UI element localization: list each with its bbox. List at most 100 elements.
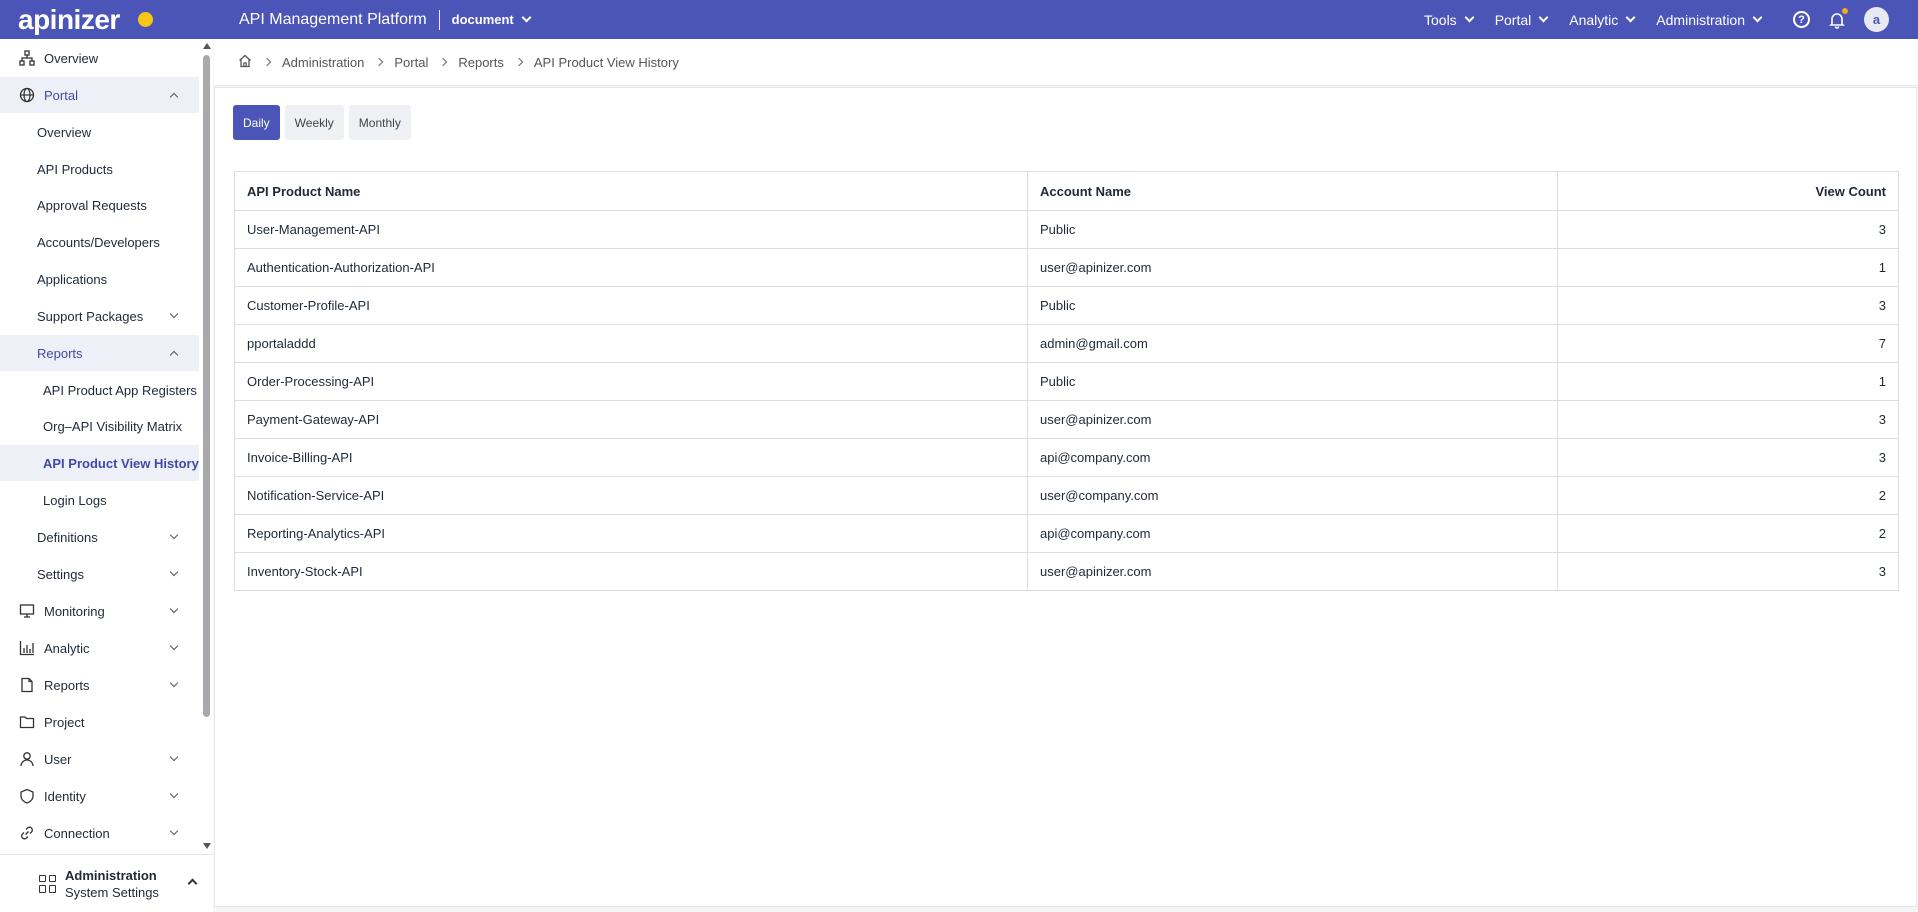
breadcrumb-reports[interactable]: Reports [458, 55, 504, 70]
footer-subtitle: System Settings [65, 884, 159, 900]
chevron-down-icon [169, 530, 179, 540]
sidebar-item-label: API Product App Registers [43, 382, 197, 398]
sidebar-item-approval-requests[interactable]: Approval Requests [0, 187, 199, 223]
sidebar-item-api-product-view-history[interactable]: API Product View History [0, 445, 199, 481]
sidebar-item-support-packages[interactable]: Support Packages [0, 298, 199, 334]
menu-portal[interactable]: Portal [1495, 12, 1549, 28]
cell-api-product-name: Payment-Gateway-API [234, 400, 1028, 439]
sidebar-item-label: Reports [37, 345, 83, 361]
bell-icon[interactable] [1828, 7, 1848, 29]
sidebar-item-label: User [44, 751, 72, 767]
sidebar-item-connection[interactable]: Connection [0, 815, 199, 851]
sidebar-item-org-api-visibility-matrix[interactable]: Org–API Visibility Matrix [0, 408, 199, 444]
sidebar-item-portal[interactable]: Portal [0, 77, 199, 113]
table-row[interactable]: Payment-Gateway-API user@apinizer.com 3 [234, 400, 1899, 439]
header-view-count[interactable]: View Count [1557, 171, 1899, 211]
sidebar-item-reports-portal[interactable]: Reports [0, 335, 199, 371]
sidebar-item-label: Org–API Visibility Matrix [43, 418, 183, 434]
sidebar-item-settings[interactable]: Settings [0, 556, 199, 592]
workspace-label: document [451, 12, 514, 27]
table-row[interactable]: Inventory-Stock-API user@apinizer.com 3 [234, 552, 1899, 591]
table-row[interactable]: Invoice-Billing-API api@company.com 3 [234, 438, 1899, 477]
cell-api-product-name: Customer-Profile-API [234, 286, 1028, 325]
logo-area[interactable]: apinizer [0, 0, 213, 39]
chevron-right-icon [375, 57, 384, 67]
tab-weekly[interactable]: Weekly [284, 105, 344, 140]
tab-monthly[interactable]: Monthly [348, 105, 411, 140]
sidebar-item-portal-overview[interactable]: Overview [0, 114, 199, 150]
chevron-down-icon [521, 12, 532, 23]
scrollbar-thumb[interactable] [203, 55, 210, 717]
apinizer-logo[interactable]: apinizer [18, 4, 120, 36]
cell-account-name: Public [1027, 286, 1558, 325]
sidebar-item-label: API Product View History [43, 455, 199, 471]
home-icon[interactable] [238, 54, 252, 71]
sidebar-item-label: Connection [44, 825, 110, 841]
header-api-product-name[interactable]: API Product Name [234, 171, 1028, 211]
sidebar-item-applications[interactable]: Applications [0, 261, 199, 297]
table-row[interactable]: Reporting-Analytics-API api@company.com 2 [234, 514, 1899, 553]
sidebar-item-label: Login Logs [43, 492, 107, 508]
table-row[interactable]: pportaladdd admin@gmail.com 7 [234, 324, 1899, 363]
breadcrumb: Administration Portal Reports API Produc… [214, 39, 1918, 86]
avatar[interactable]: a [1864, 7, 1889, 32]
cell-api-product-name: Reporting-Analytics-API [234, 514, 1028, 553]
cell-view-count: 7 [1557, 324, 1899, 363]
chevron-up-icon [187, 878, 198, 889]
menu-analytic[interactable]: Analytic [1569, 12, 1636, 28]
breadcrumb-administration[interactable]: Administration [282, 55, 364, 70]
breadcrumb-portal[interactable]: Portal [394, 55, 428, 70]
sidebar-item-accounts-developers[interactable]: Accounts/Developers [0, 224, 199, 260]
workspace-selector[interactable]: document [451, 12, 532, 27]
sidebar-item-identity[interactable]: Identity [0, 778, 199, 814]
help-icon[interactable]: ? [1793, 11, 1810, 28]
sidebar-item-reports[interactable]: Reports [0, 667, 199, 703]
cell-view-count: 1 [1557, 362, 1899, 401]
chevron-down-icon [1752, 12, 1763, 23]
globe-icon [18, 86, 36, 104]
menu-tools[interactable]: Tools [1424, 12, 1475, 28]
sidebar-item-definitions[interactable]: Definitions [0, 519, 199, 555]
table-header-row: API Product Name Account Name View Count [234, 171, 1899, 211]
sidebar-item-analytic[interactable]: Analytic [0, 630, 199, 666]
file-icon [18, 676, 36, 694]
sidebar-item-monitoring[interactable]: Monitoring [0, 593, 199, 629]
chevron-down-icon [1625, 12, 1636, 23]
table-row[interactable]: Customer-Profile-API Public 3 [234, 286, 1899, 325]
sidebar-item-label: Support Packages [37, 308, 144, 324]
scroll-up-icon[interactable] [203, 43, 211, 49]
sidebar-item-overview[interactable]: Overview [0, 40, 199, 76]
menu-administration-label: Administration [1656, 11, 1745, 28]
cell-view-count: 2 [1557, 476, 1899, 515]
scroll-down-icon[interactable] [203, 843, 211, 849]
footer-title: Administration [65, 867, 157, 883]
cell-account-name: Public [1027, 210, 1558, 249]
table-row[interactable]: Order-Processing-API Public 1 [234, 362, 1899, 401]
sidebar-item-api-products[interactable]: API Products [0, 151, 199, 187]
notification-badge [1842, 7, 1848, 14]
status-dot [137, 12, 153, 27]
sidebar-item-label: Definitions [37, 529, 98, 545]
sidebar-item-api-product-app-registers[interactable]: API Product App Registers [0, 372, 199, 408]
sidebar-scrollbar[interactable] [200, 39, 213, 853]
chevron-down-icon [169, 678, 179, 688]
sidebar-item-login-logs[interactable]: Login Logs [0, 482, 199, 518]
menu-administration[interactable]: Administration [1656, 11, 1763, 28]
sidebar-item-project[interactable]: Project [0, 704, 199, 740]
platform-title: API Management Platform [239, 10, 427, 28]
chevron-up-icon [169, 350, 179, 360]
bar-chart-icon [18, 639, 36, 657]
cell-view-count: 2 [1557, 514, 1899, 553]
link-icon [18, 824, 36, 842]
sidebar-item-user[interactable]: User [0, 741, 199, 777]
cell-account-name: user@apinizer.com [1027, 552, 1558, 591]
table-row[interactable]: Notification-Service-API user@company.com… [234, 476, 1899, 515]
sitemap-icon [18, 49, 36, 67]
system-settings-footer[interactable]: Administration System Settings [0, 854, 213, 912]
table-row[interactable]: Authentication-Authorization-API user@api… [234, 248, 1899, 287]
view-history-table: API Product Name Account Name View Count… [234, 171, 1899, 591]
cell-account-name: admin@gmail.com [1027, 324, 1558, 363]
header-account-name[interactable]: Account Name [1027, 171, 1558, 211]
tab-daily[interactable]: Daily [233, 105, 280, 140]
table-row[interactable]: User-Management-API Public 3 [234, 210, 1899, 249]
